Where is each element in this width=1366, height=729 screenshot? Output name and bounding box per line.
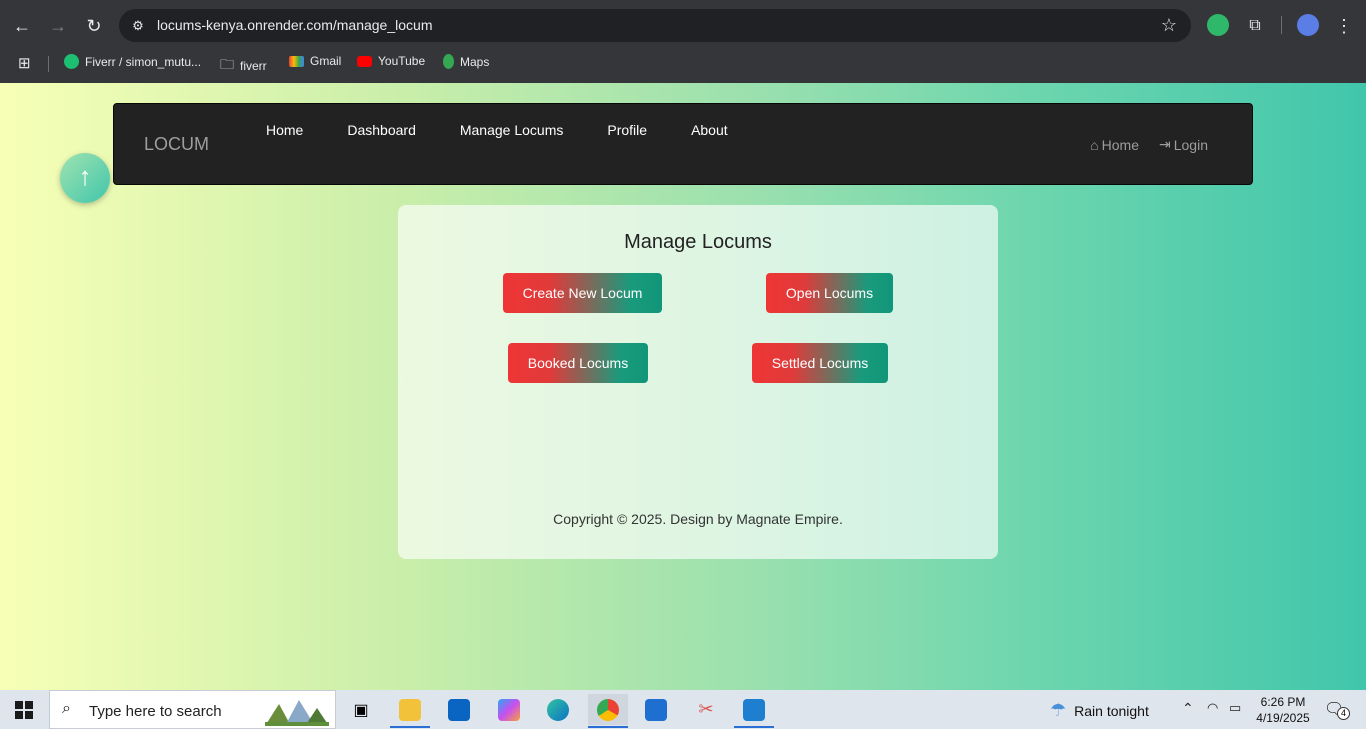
bookmark-fiverr-profile[interactable]: Fiverr / simon_mutu... <box>64 54 201 69</box>
bookmarks-bar: ⊞ Fiverr / simon_mutu... 🗀 fiverr Gmail … <box>0 50 1366 76</box>
nav-right-home-label: Home <box>1101 136 1139 153</box>
bookmark-fiverr-folder[interactable]: 🗀 fiverr <box>220 54 267 78</box>
task-view-icon: ▣ <box>353 701 369 719</box>
manage-locums-card: Manage Locums Create New Locum Open Locu… <box>398 205 998 559</box>
back-icon[interactable]: ← <box>10 14 34 38</box>
bookmark-star-icon[interactable]: ☆ <box>1161 15 1177 36</box>
nav-link-home[interactable]: Home <box>244 122 325 138</box>
task-view-button[interactable]: ▣ <box>341 694 381 725</box>
bookmark-label: fiverr <box>240 59 267 73</box>
folder-icon: 🗀 <box>220 56 234 72</box>
snipping-tool-icon: ✂ <box>698 699 714 719</box>
windows-logo-icon <box>15 700 33 719</box>
bookmark-maps[interactable]: Maps <box>443 54 489 69</box>
extension-icon[interactable] <box>1207 14 1229 36</box>
nav-right: ⌂ Home ⇥ Login <box>1090 136 1208 153</box>
bookmark-label: Maps <box>460 54 490 69</box>
url-text[interactable]: locums-kenya.onrender.com/manage_locum <box>157 17 432 33</box>
bookmark-divider <box>48 56 49 72</box>
top-navbar: LOCUM Home Dashboard Manage Locums Profi… <box>113 103 1253 185</box>
brand-logo[interactable]: LOCUM <box>144 134 209 155</box>
battery-icon[interactable]: ▭ <box>1229 700 1241 716</box>
bookmark-label: YouTube <box>378 54 426 68</box>
weather-text: Rain tonight <box>1074 702 1149 719</box>
notification-center-button[interactable]: 🗨 4 <box>1324 699 1350 720</box>
taskbar-search-box[interactable]: ⌕ Type here to search <box>49 690 336 729</box>
edge-icon <box>547 698 569 721</box>
site-info-icon[interactable]: ⚙ <box>129 17 147 35</box>
browser-toolbar: ← → ↻ ⚙ locums-kenya.onrender.com/manage… <box>0 6 1366 46</box>
booked-locums-button[interactable]: Booked Locums <box>508 343 648 383</box>
settled-locums-button[interactable]: Settled Locums <box>752 343 888 383</box>
apps-grid-icon[interactable]: ⊞ <box>18 54 31 72</box>
reload-icon[interactable]: ↻ <box>82 14 106 38</box>
fiverr-icon <box>64 54 79 69</box>
bookmark-youtube[interactable]: YouTube <box>357 54 425 68</box>
open-locums-button[interactable]: Open Locums <box>766 273 893 313</box>
copyright-text: Copyright © 2025. Design by Magnate Empi… <box>553 511 843 527</box>
gmail-icon <box>289 55 304 67</box>
outlook-icon <box>448 698 470 721</box>
taskbar-file-explorer[interactable] <box>390 694 430 728</box>
address-bar[interactable]: ⚙ locums-kenya.onrender.com/manage_locum… <box>119 9 1191 42</box>
page-background: LOCUM Home Dashboard Manage Locums Profi… <box>0 83 1366 690</box>
search-highlight-landscape-icon <box>265 700 329 726</box>
clock-date: 4/19/2025 <box>1256 711 1310 725</box>
profile-avatar-icon[interactable] <box>1297 14 1319 36</box>
nav-right-home[interactable]: ⌂ Home <box>1090 136 1139 153</box>
bookmark-label: Gmail <box>310 54 342 68</box>
taskbar-edge[interactable] <box>538 694 578 725</box>
scroll-to-top-button[interactable]: ↑ <box>60 153 110 203</box>
home-icon: ⌂ <box>1090 136 1099 153</box>
vscode-icon <box>743 698 765 721</box>
notification-count-badge: 4 <box>1337 707 1350 720</box>
store-icon <box>645 698 667 721</box>
copilot-icon <box>498 698 520 721</box>
wifi-icon[interactable]: ◠ <box>1207 700 1218 716</box>
nav-right-login[interactable]: ⇥ Login <box>1159 136 1208 153</box>
weather-widget[interactable]: ☂ Rain tonight <box>1050 700 1149 721</box>
browser-chrome: ← → ↻ ⚙ locums-kenya.onrender.com/manage… <box>0 0 1366 83</box>
extensions-puzzle-icon[interactable]: ⧉ <box>1243 14 1267 38</box>
nav-link-profile[interactable]: Profile <box>585 122 669 138</box>
taskbar-clock[interactable]: 6:26 PM 4/19/2025 <box>1250 694 1316 726</box>
nav-right-login-label: Login <box>1173 136 1208 153</box>
chevron-up-icon[interactable]: ⌃ <box>1182 700 1194 717</box>
bookmark-label: Fiverr / simon_mutu... <box>85 54 202 69</box>
taskbar-outlook[interactable] <box>439 694 479 725</box>
nav-links: Home Dashboard Manage Locums Profile Abo… <box>244 122 750 138</box>
search-placeholder: Type here to search <box>89 703 222 720</box>
rain-umbrella-icon: ☂ <box>1050 700 1067 720</box>
clock-time: 6:26 PM <box>1260 695 1306 709</box>
login-icon: ⇥ <box>1159 136 1171 152</box>
nav-link-dashboard[interactable]: Dashboard <box>325 122 438 138</box>
chrome-icon <box>597 698 619 721</box>
taskbar-snipping-tool[interactable]: ✂ <box>686 694 726 725</box>
windows-taskbar: ⌕ Type here to search ▣ ✂ ☂ Rain tonight <box>0 690 1366 729</box>
nav-link-manage-locums[interactable]: Manage Locums <box>438 122 586 138</box>
youtube-icon <box>357 55 372 67</box>
taskbar-store[interactable] <box>636 694 676 725</box>
maps-icon <box>443 54 454 69</box>
file-explorer-icon <box>399 698 421 721</box>
taskbar-vscode[interactable] <box>734 694 774 728</box>
taskbar-chrome[interactable] <box>588 694 628 728</box>
bookmark-gmail[interactable]: Gmail <box>289 54 341 68</box>
search-icon: ⌕ <box>62 700 71 717</box>
create-new-locum-button[interactable]: Create New Locum <box>503 273 662 313</box>
toolbar-divider <box>1281 16 1282 34</box>
taskbar-copilot[interactable] <box>489 694 529 725</box>
card-title: Manage Locums <box>624 231 772 253</box>
start-button[interactable] <box>0 690 48 729</box>
chrome-menu-icon[interactable]: ⋮ <box>1332 14 1356 38</box>
nav-link-about[interactable]: About <box>669 122 750 138</box>
arrow-up-icon: ↑ <box>78 161 92 191</box>
forward-icon[interactable]: → <box>46 14 70 38</box>
